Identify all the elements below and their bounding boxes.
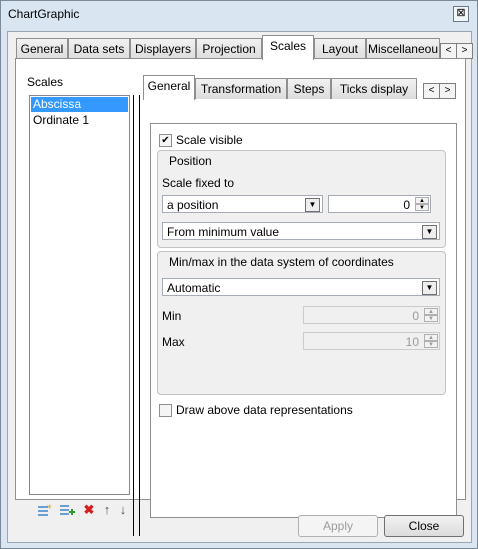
position-group-title: Position: [169, 154, 212, 168]
spinner-buttons: ▲ ▼: [424, 334, 438, 348]
spin-down-icon[interactable]: ▼: [415, 204, 429, 211]
svg-text:*: *: [47, 504, 52, 514]
spin-up-icon[interactable]: ▲: [424, 334, 438, 341]
chevron-down-icon: ▼: [422, 225, 437, 239]
spinner-buttons: ▲ ▼: [424, 308, 438, 322]
scales-tab-page: Scales Abscissa Ordinate 1 * ✖ ↑ ↓ Gener…: [15, 58, 466, 536]
list-item-ordinate-1[interactable]: Ordinate 1: [31, 113, 128, 128]
subtab-transformation[interactable]: Transformation: [195, 78, 287, 99]
reference-select[interactable]: From minimum value ▼: [162, 222, 440, 240]
chevron-down-icon: ▼: [305, 198, 320, 212]
max-value: 10: [405, 335, 419, 349]
scale-fixed-to-select[interactable]: a position ▼: [162, 195, 323, 213]
panel-splitter[interactable]: [133, 95, 140, 536]
subtab-scroll-left-button[interactable]: <: [423, 83, 440, 99]
position-spinner[interactable]: 0 ▲ ▼: [328, 195, 431, 213]
min-label: Min: [162, 309, 182, 323]
draw-above-checkbox[interactable]: [159, 404, 172, 417]
subtab-general[interactable]: General: [143, 75, 195, 100]
close-button[interactable]: Close: [384, 515, 464, 537]
minmax-mode-select[interactable]: Automatic ▼: [162, 278, 440, 296]
tab-displayers[interactable]: Displayers: [130, 38, 196, 59]
position-spinner-value: 0: [403, 198, 410, 212]
max-spinner[interactable]: 10 ▲ ▼: [303, 332, 440, 350]
dialog-window: ChartGraphic ⊠ General Data sets Display…: [0, 0, 478, 549]
dialog-client-area: General Data sets Displayers Projection …: [7, 31, 473, 543]
spin-up-icon[interactable]: ▲: [424, 308, 438, 315]
scales-list-label: Scales: [27, 75, 64, 89]
subtab-scroll-right-button[interactable]: >: [439, 83, 456, 99]
tab-scales[interactable]: Scales: [262, 35, 314, 60]
tab-data-sets[interactable]: Data sets: [68, 38, 130, 59]
reference-value: From minimum value: [167, 225, 280, 239]
add-scale-green-icon[interactable]: [59, 502, 75, 518]
subtab-steps[interactable]: Steps: [287, 78, 331, 99]
scale-fixed-to-label: Scale fixed to: [162, 176, 235, 190]
draw-above-label: Draw above data representations: [176, 403, 353, 417]
title-bar: ChartGraphic ⊠: [1, 1, 477, 27]
scale-fixed-to-value: a position: [167, 198, 219, 212]
tab-layout[interactable]: Layout: [314, 38, 366, 59]
move-down-icon[interactable]: ↓: [115, 502, 131, 518]
tab-miscellaneous[interactable]: Miscellaneou: [366, 38, 440, 59]
max-label: Max: [162, 335, 185, 349]
general-subtab-page: ✔ Scale visible Position Scale fixed to …: [150, 123, 457, 518]
min-value: 0: [412, 309, 419, 323]
spinner-buttons: ▲ ▼: [415, 197, 429, 211]
spin-up-icon[interactable]: ▲: [415, 197, 429, 204]
delete-icon[interactable]: ✖: [81, 502, 97, 518]
list-item-abscissa[interactable]: Abscissa: [31, 97, 128, 112]
scales-listbox[interactable]: Abscissa Ordinate 1: [29, 95, 130, 495]
scale-visible-label: Scale visible: [176, 133, 243, 147]
checkmark-icon: ✔: [161, 135, 170, 146]
chevron-down-icon: ▼: [422, 281, 437, 295]
minmax-group-title: Min/max in the data system of coordinate…: [169, 255, 394, 269]
tab-scroll-left-button[interactable]: <: [440, 43, 457, 59]
move-up-icon[interactable]: ↑: [99, 502, 115, 518]
window-title: ChartGraphic: [8, 7, 80, 21]
tab-scroll-right-button[interactable]: >: [456, 43, 473, 59]
spin-down-icon[interactable]: ▼: [424, 315, 438, 322]
tab-general[interactable]: General: [16, 38, 68, 59]
position-group: Position Scale fixed to a position ▼ 0 ▲…: [157, 150, 446, 248]
tab-projection[interactable]: Projection: [196, 38, 262, 59]
apply-button[interactable]: Apply: [298, 515, 378, 537]
add-scale-icon[interactable]: *: [37, 502, 53, 518]
subtab-ticks-display[interactable]: Ticks display: [331, 78, 417, 99]
minmax-group: Min/max in the data system of coordinate…: [157, 251, 446, 395]
minmax-mode-value: Automatic: [167, 281, 221, 295]
close-window-button[interactable]: ⊠: [453, 6, 469, 22]
min-spinner[interactable]: 0 ▲ ▼: [303, 306, 440, 324]
spin-down-icon[interactable]: ▼: [424, 341, 438, 348]
scale-visible-checkbox[interactable]: ✔: [159, 134, 172, 147]
